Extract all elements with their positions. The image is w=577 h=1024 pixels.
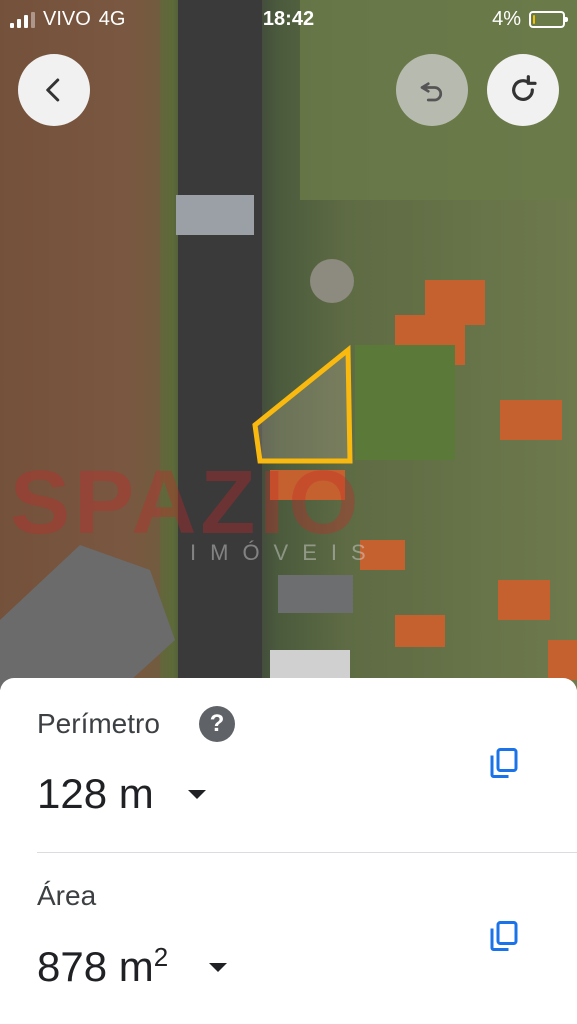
clock: 18:42 — [262, 8, 315, 30]
help-icon[interactable]: ? — [199, 706, 235, 742]
battery-icon — [529, 11, 568, 28]
copy-icon[interactable] — [486, 918, 522, 954]
area-unit-dropdown[interactable] — [209, 963, 227, 972]
perimeter-value: 128 m — [37, 770, 154, 817]
area-value: 878 m2 — [37, 942, 168, 991]
back-button[interactable] — [18, 54, 90, 126]
perimeter-unit-dropdown[interactable] — [188, 790, 206, 799]
perimeter-label: Perímetro — [37, 708, 160, 739]
watermark-subtext: IMÓVEIS — [190, 540, 380, 565]
area-value-text: 878 m — [37, 943, 154, 990]
measured-area-polygon — [252, 344, 353, 464]
undo-icon — [420, 82, 443, 102]
battery-percent: 4% — [492, 8, 521, 30]
redo-button[interactable] — [487, 54, 559, 126]
status-bar: VIVO 4G 18:42 4% — [0, 0, 577, 38]
area-unit-superscript: 2 — [153, 942, 169, 972]
divider — [37, 852, 577, 853]
area-label: Área — [37, 880, 97, 911]
copy-icon[interactable] — [486, 745, 522, 781]
chevron-left-icon — [46, 78, 60, 102]
measure-panel: Perímetro ? 128 m Área 878 m2 — [0, 678, 577, 1024]
undo-button[interactable] — [396, 54, 468, 126]
redo-icon — [512, 75, 537, 101]
